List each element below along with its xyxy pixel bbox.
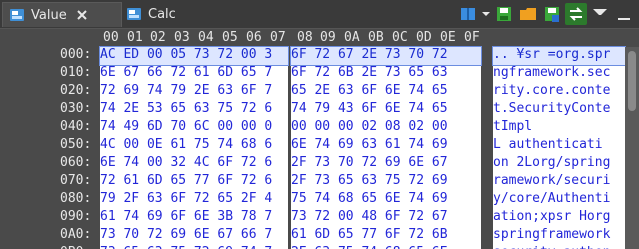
row-offset: 000: [60,47,92,62]
book-icon[interactable] [457,3,479,25]
ascii-row[interactable]: ation;xpsr Horg [493,209,610,227]
hex-row[interactable]: 61 74 69 6F 6E 3B 78 7 [100,209,272,227]
hex-row[interactable]: 2F 73 70 72 69 6E 67 [291,155,448,173]
col-label: 0C [392,30,408,45]
hex-row[interactable]: 2F 73 65 63 75 72 69 [291,173,448,191]
hex-viewer-window: Value Calc 00 01 02 03 04 05 06 07 08 09… [0,0,639,249]
hex-row[interactable]: 75 74 68 65 6E 74 69 [291,191,448,209]
hex-row[interactable]: 00 00 00 02 08 02 00 [291,119,448,137]
hex-row[interactable]: 6E 74 00 32 4C 6F 72 6 [100,155,272,173]
tab-calc[interactable]: Calc [120,2,220,26]
col-label: 02 [150,30,166,45]
hex-row[interactable]: 72 61 6D 65 77 6F 72 6 [100,173,272,191]
row-offset: 0A0: [60,227,92,242]
row-offset: 070: [60,173,92,188]
hex-row[interactable]: 6F 72 6B 2E 73 65 63 [291,65,448,83]
ascii-row[interactable]: ngframework.sec [493,65,610,83]
hex-row[interactable]: 73 72 00 48 6F 72 67 [291,209,448,227]
col-label: 06 [246,30,262,45]
row-offset: 010: [60,65,92,80]
row-offset: 040: [60,119,92,134]
hex-row[interactable]: 79 2F 63 6F 72 65 2F 4 [100,191,272,209]
vertical-scrollbar[interactable] [625,47,639,249]
col-label: 07 [270,30,286,45]
minimize-icon[interactable] [613,3,635,25]
col-label: 0B [368,30,384,45]
ascii-row[interactable]: tImpl [493,119,579,137]
ascii-row[interactable]: springframework [493,227,610,245]
hex-row[interactable]: 65 2E 63 6F 6E 74 65 [291,83,448,101]
tab-value-label: Value [31,7,67,23]
ascii-row[interactable]: t.SecurityConte [493,101,610,119]
hex-row[interactable]: AC ED 00 05 73 72 00 3 [99,46,289,66]
folder-icon[interactable] [517,3,539,25]
ascii-row[interactable]: .. ¥sr =org.spr [492,46,626,66]
col-label: 00 [103,30,119,45]
ascii-panel[interactable]: .. ¥sr =org.spr ngframework.sec rity.cor… [492,46,626,249]
hex-row[interactable]: 6E 74 69 63 61 74 69 [291,137,448,155]
hex-row[interactable]: 6F 72 67 2E 73 70 72 [290,46,482,66]
hex-row[interactable]: 72 69 74 79 2E 63 6F 7 [100,83,272,101]
col-label: 08 [297,30,313,45]
hex-row[interactable]: 73 70 72 69 6E 67 66 7 [100,227,272,245]
row-offset: 090: [60,209,92,224]
hex-row[interactable]: 6E 67 66 72 61 6D 65 7 [100,65,272,83]
save-blue-icon[interactable] [541,3,563,25]
col-label: 09 [320,30,336,45]
row-offset: 030: [60,101,92,116]
toolbar [457,3,635,25]
save-green-icon[interactable] [493,3,515,25]
col-label: 04 [198,30,214,45]
hex-row[interactable]: 2E 63 75 74 68 65 6E [291,245,448,249]
ascii-row[interactable]: on 2Lorg/spring [493,155,610,173]
ascii-row[interactable]: ramework/securi [493,173,610,191]
row-offset: 080: [60,191,92,206]
row-offset: 020: [60,83,92,98]
ascii-row[interactable]: security.authen [493,245,610,249]
hex-row[interactable]: 74 79 43 6F 6E 74 65 [291,101,448,119]
tab-calc-label: Calc [148,6,176,22]
tab-bar: Value Calc [0,0,639,29]
swap-icon[interactable] [565,3,587,25]
ascii-row[interactable]: y/core/Authenti [493,191,610,209]
hex-row[interactable]: 74 49 6D 70 6C 00 00 0 [100,119,272,137]
col-label: 03 [174,30,190,45]
ascii-row[interactable]: L authenticati [493,137,603,155]
tab-value[interactable]: Value [2,2,122,27]
component-icon [127,8,141,20]
col-label: 01 [127,30,143,45]
row-offset: 060: [60,155,92,170]
hex-row[interactable]: 61 6D 65 77 6F 72 6B [291,227,448,245]
row-offset: 0B0: [60,245,91,249]
col-label: 0E [440,30,456,45]
col-label: 0A [344,30,360,45]
hex-row[interactable]: 74 2E 53 65 63 75 72 6 [100,101,272,119]
row-offset: 050: [60,137,92,152]
hex-row[interactable]: 4C 00 0E 61 75 74 68 6 [100,137,272,155]
col-label: 0D [416,30,432,45]
hex-panel-right[interactable]: 6F 72 67 2E 73 70 72 6F 72 6B 2E 73 65 6… [290,46,482,249]
filter-icon[interactable] [589,3,611,25]
hex-panel-left[interactable]: AC ED 00 05 73 72 00 3 6E 67 66 72 61 6D… [99,46,289,249]
scrollbar-thumb[interactable] [628,51,636,111]
column-header: 00 01 02 03 04 05 06 07 08 09 0A 0B 0C 0… [0,29,639,47]
hex-row[interactable]: 73 65 63 75 72 69 74 7 [100,245,272,249]
col-label: 0F [464,30,480,45]
hex-view[interactable]: 00 01 02 03 04 05 06 07 08 09 0A 0B 0C 0… [0,29,639,249]
component-icon [10,9,24,21]
col-label: 05 [222,30,238,45]
ascii-row[interactable]: rity.core.conte [493,83,610,101]
close-icon[interactable] [75,8,89,22]
dropdown-caret-icon[interactable] [481,3,491,25]
